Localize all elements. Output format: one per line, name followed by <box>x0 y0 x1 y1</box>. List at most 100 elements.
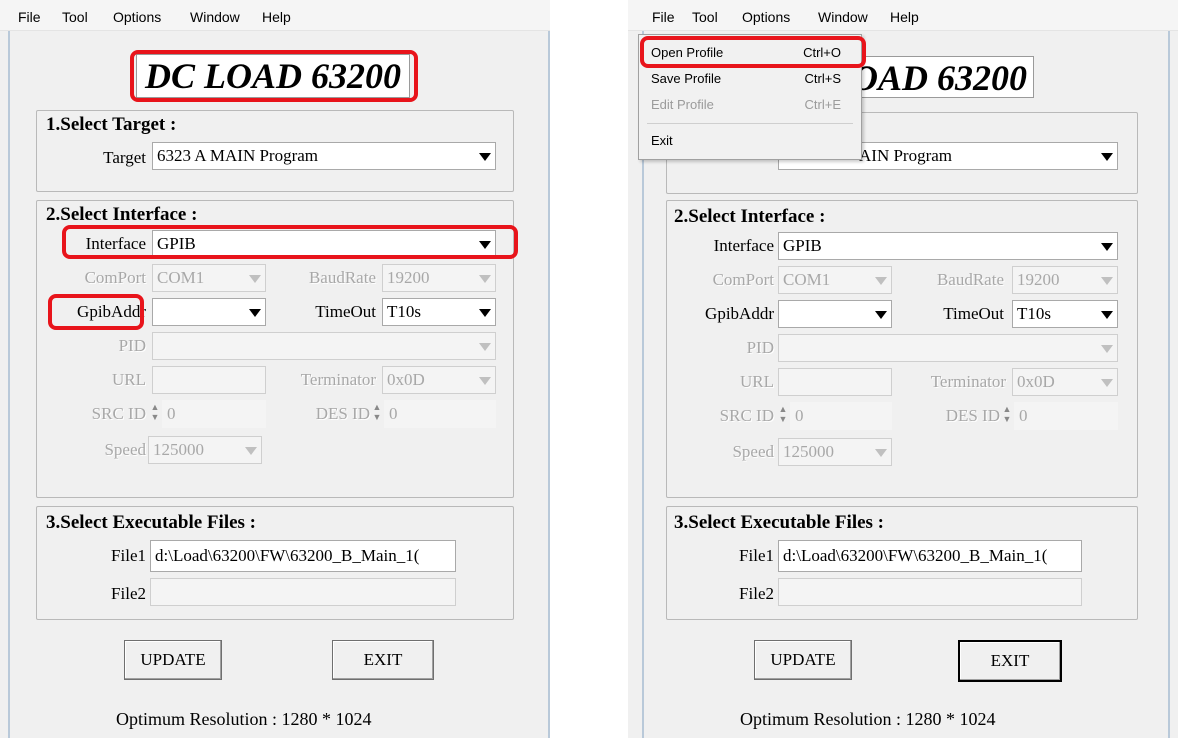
chevron-down-icon[interactable] <box>245 447 257 455</box>
speed-value: 125000 <box>153 440 204 459</box>
url-input[interactable] <box>778 368 892 396</box>
desid-label: DES ID <box>315 404 370 423</box>
chevron-down-icon[interactable] <box>249 275 261 283</box>
interface-group-title: 2.Select Interface : <box>674 206 826 227</box>
files-group-title: 3.Select Executable Files : <box>674 512 885 533</box>
desid-input[interactable]: 0 <box>384 400 496 428</box>
baudrate-select[interactable]: 19200 <box>382 264 496 292</box>
spin-arrows-icon[interactable]: ▲ ▼ <box>372 402 382 424</box>
menu-window[interactable]: Window <box>818 9 868 25</box>
menu-help[interactable]: Help <box>262 9 291 25</box>
menu-file[interactable]: File <box>652 9 675 25</box>
menu-window[interactable]: Window <box>190 9 240 25</box>
desid-value: 0 <box>389 404 398 423</box>
timeout-label: TimeOut <box>943 304 1004 323</box>
menu-options[interactable]: Options <box>113 9 161 25</box>
url-input[interactable] <box>152 366 266 394</box>
chevron-down-icon[interactable] <box>1101 379 1113 387</box>
chevron-down-icon[interactable] <box>1101 345 1113 353</box>
comport-select[interactable]: COM1 <box>152 264 266 292</box>
gpibaddr-select[interactable] <box>778 300 892 328</box>
menu-item-label: Save Profile <box>651 71 722 86</box>
terminator-value: 0x0D <box>387 370 425 389</box>
chevron-down-icon[interactable] <box>479 153 491 161</box>
menu-options[interactable]: Options <box>742 9 790 25</box>
chevron-down-icon[interactable] <box>875 311 887 319</box>
pid-select[interactable] <box>778 334 1118 362</box>
chevron-down-icon[interactable] <box>479 275 491 283</box>
speed-select[interactable]: 125000 <box>778 438 892 466</box>
chevron-down-icon[interactable] <box>479 309 491 317</box>
chevron-down-icon[interactable] <box>1101 277 1113 285</box>
menu-item-exit[interactable]: Exit <box>651 131 853 151</box>
menu-item-save-profile[interactable]: Save Profile Ctrl+S <box>651 69 853 89</box>
srcid-label: SRC ID <box>719 406 774 425</box>
menu-help[interactable]: Help <box>890 9 919 25</box>
chevron-down-icon[interactable] <box>1101 153 1113 161</box>
menu-item-label: Edit Profile <box>651 97 714 112</box>
file1-input[interactable]: d:\Load\63200\FW\63200_B_Main_1( <box>150 540 456 572</box>
menu-item-shortcut: Ctrl+S <box>804 71 841 86</box>
chevron-down-icon[interactable] <box>479 377 491 385</box>
interface-value: GPIB <box>783 236 822 255</box>
speed-value: 125000 <box>783 442 834 461</box>
baudrate-label: BaudRate <box>936 270 1004 289</box>
timeout-value: T10s <box>387 302 421 321</box>
left-window: File Tool Options Window Help DC LOAD 63… <box>0 0 550 738</box>
file1-label: File1 <box>111 546 146 565</box>
chevron-down-icon[interactable] <box>249 309 261 317</box>
desid-label: DES ID <box>945 406 1000 425</box>
file2-label: File2 <box>739 584 774 603</box>
chevron-down-icon[interactable] <box>479 343 491 351</box>
baudrate-select[interactable]: 19200 <box>1012 266 1118 294</box>
srcid-value: 0 <box>795 406 804 425</box>
update-button[interactable]: UPDATE <box>754 640 852 680</box>
highlight-gpibaddr <box>48 294 144 330</box>
spin-arrows-icon[interactable]: ▲ ▼ <box>150 402 160 424</box>
chevron-down-icon[interactable] <box>1101 311 1113 319</box>
speed-select[interactable]: 125000 <box>148 436 262 464</box>
menu-item-edit-profile[interactable]: Edit Profile Ctrl+E <box>651 95 853 115</box>
exit-button[interactable]: EXIT <box>332 640 434 680</box>
status-text: Optimum Resolution : 1280 * 1024 <box>740 709 996 729</box>
exit-button[interactable]: EXIT <box>958 640 1062 682</box>
terminator-select[interactable]: 0x0D <box>1012 368 1118 396</box>
file2-input[interactable] <box>778 578 1082 606</box>
speed-label: Speed <box>732 442 774 461</box>
highlight-open-profile <box>640 36 866 68</box>
highlight-title <box>130 50 418 102</box>
spin-arrows-icon[interactable]: ▲ ▼ <box>1002 404 1012 426</box>
comport-label: ComPort <box>84 268 146 287</box>
file2-label: File2 <box>111 584 146 603</box>
target-select[interactable]: 6323 A MAIN Program <box>152 142 496 170</box>
spin-arrows-icon[interactable]: ▲ ▼ <box>778 404 788 426</box>
menu-file[interactable]: File <box>18 9 41 25</box>
menu-tool[interactable]: Tool <box>62 9 88 25</box>
target-value: AIN Program <box>859 146 953 165</box>
baudrate-value: 19200 <box>387 268 430 287</box>
file2-input[interactable] <box>150 578 456 606</box>
interface-select[interactable]: GPIB <box>778 232 1118 260</box>
desid-input[interactable]: 0 <box>1014 402 1118 430</box>
menu-tool[interactable]: Tool <box>692 9 718 25</box>
file1-input[interactable]: d:\Load\63200\FW\63200_B_Main_1( <box>778 540 1082 572</box>
timeout-select[interactable]: T10s <box>382 298 496 326</box>
menu-item-shortcut: Ctrl+E <box>804 97 841 112</box>
srcid-input[interactable]: 0 <box>790 402 892 430</box>
baudrate-value: 19200 <box>1017 270 1060 289</box>
terminator-value: 0x0D <box>1017 372 1055 391</box>
srcid-input[interactable]: 0 <box>162 400 266 428</box>
chevron-down-icon[interactable] <box>875 449 887 457</box>
chevron-down-icon[interactable] <box>875 277 887 285</box>
timeout-select[interactable]: T10s <box>1012 300 1118 328</box>
baudrate-label: BaudRate <box>308 268 376 287</box>
file1-value: d:\Load\63200\FW\63200_B_Main_1( <box>783 546 1048 565</box>
url-label: URL <box>740 372 774 391</box>
menu-bar: File Tool Options Window Help <box>628 0 1178 31</box>
update-button[interactable]: UPDATE <box>124 640 222 680</box>
terminator-select[interactable]: 0x0D <box>382 366 496 394</box>
comport-select[interactable]: COM1 <box>778 266 892 294</box>
chevron-down-icon[interactable] <box>1101 243 1113 251</box>
pid-select[interactable] <box>152 332 496 360</box>
gpibaddr-select[interactable] <box>152 298 266 326</box>
